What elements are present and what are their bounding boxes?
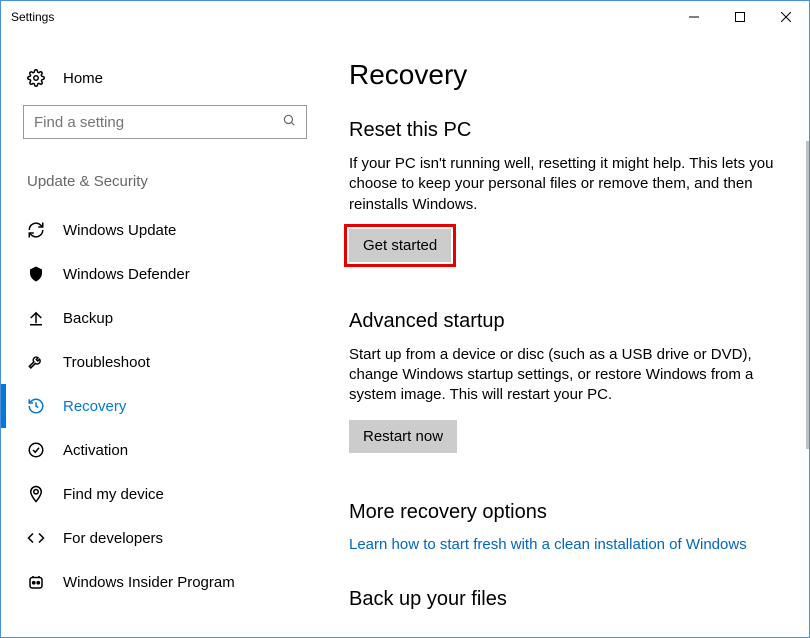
window-title: Settings: [11, 10, 54, 24]
minimize-button[interactable]: [671, 1, 717, 33]
sidebar-item-label: Troubleshoot: [63, 354, 150, 371]
sidebar-item-label: Recovery: [63, 398, 126, 415]
sidebar-item-find-my-device[interactable]: Find my device: [23, 472, 321, 516]
main-panel: Recovery Reset this PC If your PC isn't …: [321, 33, 809, 637]
history-icon: [27, 397, 45, 415]
sidebar-item-label: For developers: [63, 530, 163, 547]
check-circle-icon: [27, 441, 45, 459]
wrench-icon: [27, 353, 45, 371]
location-icon: [27, 485, 45, 503]
section-desc: If your PC isn't running well, resetting…: [349, 154, 787, 215]
section-more-recovery: More recovery options Learn how to start…: [349, 501, 787, 554]
page-title: Recovery: [349, 59, 787, 91]
insider-icon: [27, 573, 45, 591]
section-title: More recovery options: [349, 501, 787, 524]
section-advanced-startup: Advanced startup Start up from a device …: [349, 310, 787, 453]
home-label: Home: [63, 70, 103, 87]
section-title: Reset this PC: [349, 119, 787, 142]
sidebar-item-windows-insider[interactable]: Windows Insider Program: [23, 560, 321, 604]
sidebar-item-for-developers[interactable]: For developers: [23, 516, 321, 560]
titlebar: Settings: [1, 1, 809, 33]
sync-icon: [27, 221, 45, 239]
search-box[interactable]: [23, 105, 307, 139]
section-title: Back up your files: [349, 588, 787, 611]
backup-icon: [27, 309, 45, 327]
section-desc: Start up from a device or disc (such as …: [349, 345, 787, 406]
sidebar-item-label: Backup: [63, 310, 113, 327]
fresh-install-link[interactable]: Learn how to start fresh with a clean in…: [349, 536, 747, 553]
restart-now-button[interactable]: Restart now: [349, 420, 457, 453]
search-input[interactable]: [34, 114, 282, 131]
sidebar-item-label: Windows Insider Program: [63, 574, 235, 591]
sidebar-item-activation[interactable]: Activation: [23, 428, 321, 472]
shield-icon: [27, 265, 45, 283]
section-reset-this-pc: Reset this PC If your PC isn't running w…: [349, 119, 787, 262]
sidebar: Home Update & Security Windows Update Wi…: [1, 33, 321, 637]
sidebar-item-label: Windows Update: [63, 222, 176, 239]
sidebar-item-windows-defender[interactable]: Windows Defender: [23, 252, 321, 296]
search-icon: [282, 113, 296, 132]
scrollbar[interactable]: [806, 141, 809, 449]
maximize-button[interactable]: [717, 1, 763, 33]
gear-icon: [27, 69, 45, 87]
get-started-button[interactable]: Get started: [349, 229, 451, 262]
section-backup-files: Back up your files: [349, 588, 787, 611]
sidebar-item-recovery[interactable]: Recovery: [23, 384, 321, 428]
home-button[interactable]: Home: [23, 63, 321, 105]
section-title: Advanced startup: [349, 310, 787, 333]
sidebar-item-backup[interactable]: Backup: [23, 296, 321, 340]
sidebar-item-label: Find my device: [63, 486, 164, 503]
sidebar-item-label: Activation: [63, 442, 128, 459]
window-controls: [671, 1, 809, 33]
code-icon: [27, 529, 45, 547]
close-button[interactable]: [763, 1, 809, 33]
sidebar-item-windows-update[interactable]: Windows Update: [23, 208, 321, 252]
category-label: Update & Security: [23, 173, 321, 190]
sidebar-item-troubleshoot[interactable]: Troubleshoot: [23, 340, 321, 384]
sidebar-item-label: Windows Defender: [63, 266, 190, 283]
